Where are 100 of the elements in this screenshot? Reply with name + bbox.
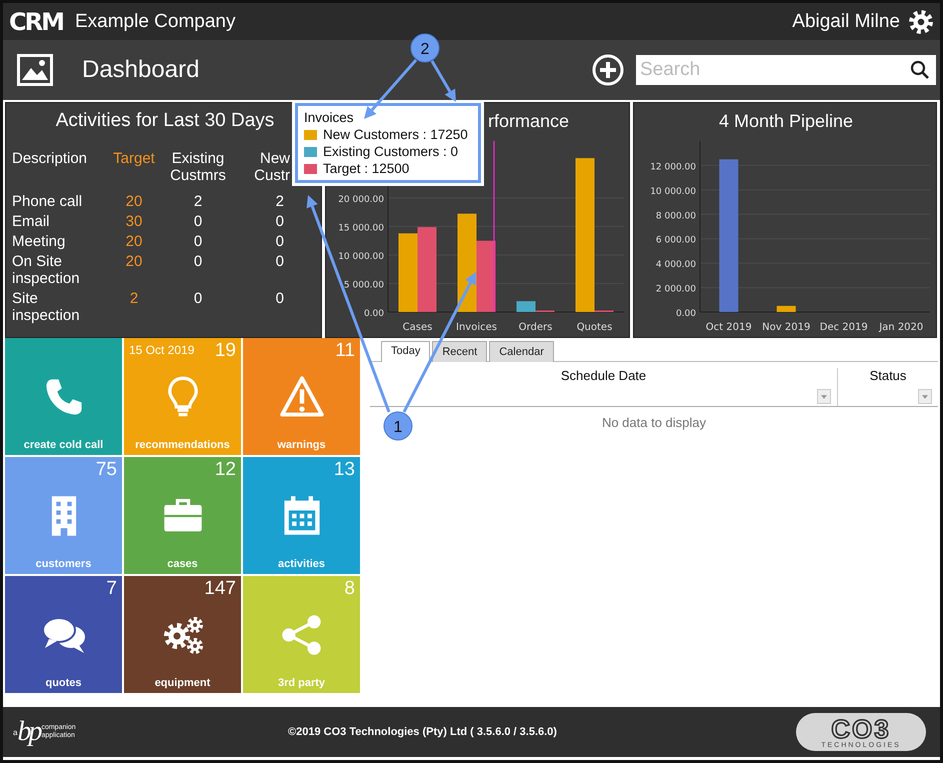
- tile-label: recommendations: [134, 439, 231, 451]
- axis-label: 5 000.00: [344, 280, 384, 290]
- tile-label: warnings: [276, 439, 327, 451]
- table-cell-text: 0: [192, 233, 204, 250]
- tile-count: 147: [204, 578, 236, 600]
- table-cell-text: 0: [192, 253, 204, 272]
- tile-label: 3rd party: [276, 677, 326, 689]
- tab[interactable]: Today: [381, 341, 430, 362]
- callout-badge: 1: [384, 412, 412, 440]
- tile-label: equipment: [154, 677, 212, 689]
- tile-label: activities: [276, 558, 326, 570]
- axis-label: Invoices: [456, 322, 497, 333]
- column-header: Description: [12, 150, 88, 169]
- search-field[interactable]: Search: [636, 55, 936, 85]
- warning-icon: [278, 374, 324, 418]
- settings-icon[interactable]: [908, 8, 934, 34]
- column-header: Target: [112, 150, 156, 169]
- table-cell-text: 0: [274, 290, 285, 309]
- axis-label: 10 000.00: [338, 252, 384, 262]
- tile-label: create cold call: [22, 439, 104, 451]
- axis-label: Oct 2019: [706, 322, 752, 333]
- axis-label: 0.00: [364, 309, 384, 319]
- search-icon[interactable]: [910, 60, 930, 80]
- bar[interactable]: [719, 159, 738, 312]
- tile-label: cases: [166, 558, 199, 570]
- footer-logo: bp: [17, 716, 40, 748]
- chart-title: rformance: [488, 111, 570, 131]
- axis-label: 8 000.00: [656, 211, 696, 222]
- axis-label: 4 000.00: [656, 260, 696, 270]
- tile-count: 7: [106, 578, 117, 600]
- table-cell-text: 2: [274, 193, 285, 210]
- tile-count: 13: [334, 459, 355, 481]
- table-cell-text: 20: [124, 193, 144, 210]
- company-name: Example Company: [74, 10, 236, 32]
- axis-label: 15 000.00: [338, 224, 384, 234]
- axis-label: Nov 2019: [762, 322, 810, 333]
- table-cell-text: On Site inspection: [12, 253, 81, 287]
- tooltip-value: New Customers : 17250: [323, 126, 468, 143]
- tile-count: 12: [214, 459, 236, 481]
- bar[interactable]: [516, 301, 536, 312]
- axis-label: Dec 2019: [820, 322, 868, 333]
- axis-label: 0.00: [676, 309, 696, 319]
- column-title: Status: [870, 368, 906, 385]
- table-cell-text: 2: [128, 290, 140, 309]
- tooltip-value: Target : 12500: [323, 160, 410, 177]
- table-cell-text: 0: [192, 290, 204, 309]
- tile-label: customers: [34, 558, 92, 570]
- table-cell-text: Phone call: [12, 193, 84, 210]
- table-cell-text: 20: [124, 253, 144, 272]
- tooltip-value: Existing Customers : 0: [323, 143, 458, 160]
- table-cell-text: 0: [192, 213, 204, 230]
- axis-label: 10 000.00: [650, 186, 696, 197]
- table-cell-text: Email: [12, 213, 51, 230]
- caret-icon: [922, 394, 928, 398]
- image-icon: [17, 54, 53, 86]
- tab[interactable]: Recent: [432, 341, 488, 362]
- axis-label: 12 000.00: [650, 162, 696, 172]
- add-icon[interactable]: [592, 54, 624, 86]
- table-cell-text: 2: [192, 193, 204, 210]
- axis-label: 2 000.00: [656, 284, 696, 295]
- bar[interactable]: [776, 306, 796, 312]
- axis-label: Jan 2020: [879, 322, 924, 333]
- page-title: Dashboard: [82, 56, 200, 84]
- chart-title: 4 Month Pipeline: [718, 111, 854, 131]
- table-cell-text: Meeting: [12, 233, 66, 250]
- dashboard-tile[interactable]: 147 equipment: [124, 576, 241, 693]
- table-cell-text: 0: [274, 233, 285, 250]
- logo-prefix: a: [13, 728, 18, 736]
- tile-date: 15 Oct 2019: [129, 343, 194, 357]
- axis-label: 6 000.00: [656, 236, 696, 246]
- user-name[interactable]: Abigail Milne: [792, 10, 900, 32]
- axis-label: Quotes: [576, 322, 612, 333]
- column-header: New Custr: [253, 150, 290, 184]
- table-cell-text: 0: [274, 253, 285, 272]
- callout-badge: 2: [410, 34, 440, 62]
- table-cell-text: Site inspection: [12, 290, 81, 324]
- tooltip-title: Invoices: [304, 109, 355, 126]
- column-header: Existing Custmrs: [169, 150, 227, 184]
- filter-dropdown[interactable]: [817, 389, 831, 404]
- column-title: Schedule Date: [560, 368, 646, 385]
- copyright-text: ©2019 CO3 Technologies (Pty) Ltd ( 3.5.6.0 / 3.5.6.0): [287, 726, 558, 738]
- tab[interactable]: Calendar: [489, 341, 554, 362]
- axis-label: Orders: [518, 322, 552, 333]
- caret-icon: [821, 394, 827, 398]
- tile-count: 75: [96, 459, 117, 481]
- panel-title: Activities for Last 30 Days: [54, 110, 276, 132]
- tile-count: 8: [344, 578, 355, 600]
- tile-label: quotes: [44, 677, 83, 689]
- axis-label: Cases: [402, 322, 432, 333]
- table-cell-text: 20: [124, 233, 144, 250]
- tile-count: 19: [214, 340, 236, 362]
- filter-dropdown[interactable]: [918, 389, 932, 404]
- empty-message: No data to display: [602, 415, 706, 430]
- app-logo[interactable]: CRM: [9, 8, 63, 36]
- logo-mark: CO3: [831, 716, 891, 742]
- table-cell-text: 30: [124, 213, 144, 230]
- axis-label: 20 000.00: [338, 195, 384, 205]
- table-cell-text: 0: [274, 213, 285, 230]
- tile-count: 11: [335, 340, 355, 362]
- dashboard-tile[interactable]: 7 quotes: [5, 576, 122, 693]
